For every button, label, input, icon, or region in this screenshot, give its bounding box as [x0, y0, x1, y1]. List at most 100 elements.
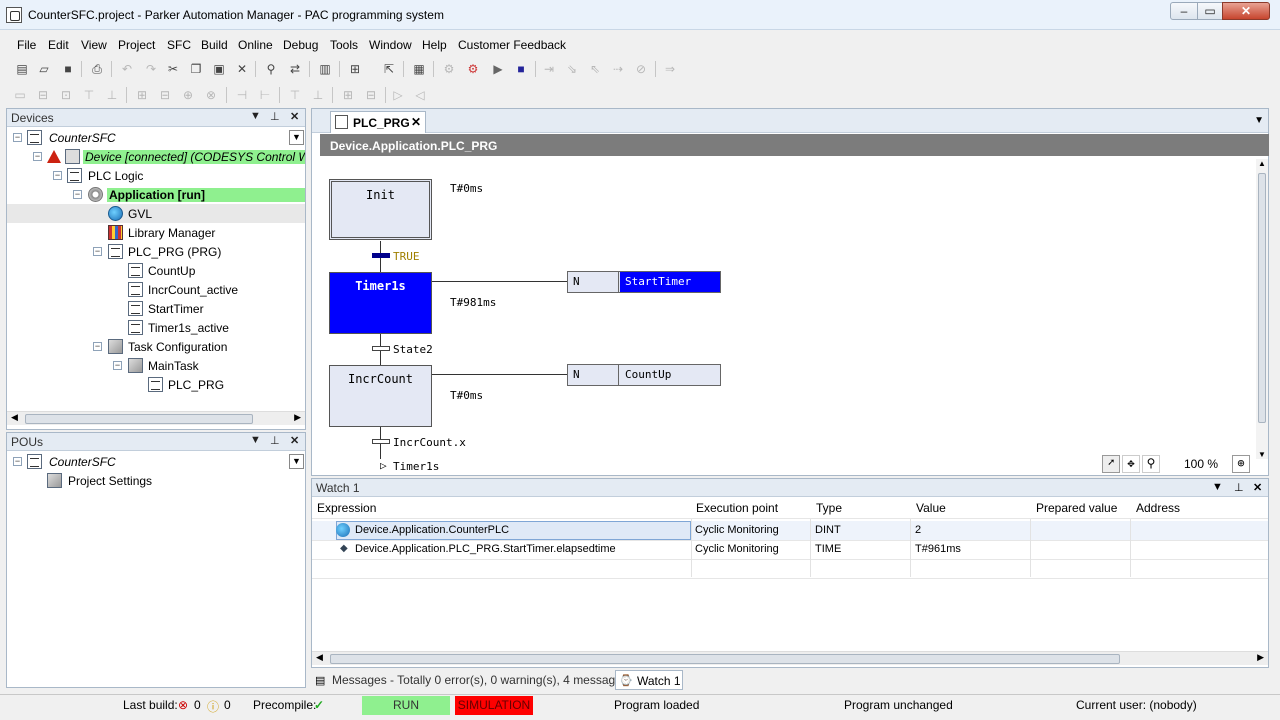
- menu-file[interactable]: File: [17, 38, 36, 52]
- zoom-out-macro-icon[interactable]: ⊥: [310, 87, 326, 103]
- collapse-icon[interactable]: −: [113, 361, 122, 370]
- collapse-icon[interactable]: −: [13, 457, 22, 466]
- cut-icon[interactable]: ✂: [165, 61, 181, 77]
- exit-action-icon[interactable]: ⊢: [257, 87, 273, 103]
- insert-branch-right-icon[interactable]: ⊥: [104, 87, 120, 103]
- zoom-level[interactable]: 100 %: [1176, 457, 1226, 471]
- sfc-transition-true[interactable]: [372, 253, 390, 258]
- tree-item-library-manager[interactable]: Library Manager: [7, 223, 305, 242]
- alternative-icon[interactable]: ⊟: [157, 87, 173, 103]
- scroll-thumb[interactable]: [1258, 173, 1266, 423]
- insert-step-icon[interactable]: ▭: [12, 87, 28, 103]
- scroll-left-icon[interactable]: ◀: [316, 652, 323, 663]
- dropdown-icon[interactable]: ▼: [250, 110, 261, 122]
- pointer-icon[interactable]: ➚: [1102, 455, 1120, 473]
- logout-icon[interactable]: ⚙: [465, 61, 481, 77]
- dropdown-icon[interactable]: ▼: [250, 434, 261, 446]
- select-all-icon[interactable]: ⊞: [347, 61, 363, 77]
- delete-icon[interactable]: ✕: [234, 61, 250, 77]
- stop-icon[interactable]: ■: [513, 61, 529, 77]
- tree-item-countersfc[interactable]: − CounterSFC ▼: [7, 128, 305, 147]
- tree-item-application[interactable]: − Application [run]: [7, 185, 305, 204]
- macro-icon[interactable]: ⊗: [203, 87, 219, 103]
- sfc-transition-incrcount-x[interactable]: [372, 439, 390, 444]
- find-icon[interactable]: ⚲: [263, 61, 279, 77]
- close-button[interactable]: ✕: [1222, 2, 1270, 20]
- devices-horizontal-scrollbar[interactable]: ◀ ▶: [7, 411, 305, 425]
- tree-item-plc-prg-call[interactable]: PLC_PRG: [7, 375, 305, 394]
- scroll-down-icon[interactable]: ▼: [1258, 450, 1266, 459]
- minimize-button[interactable]: –: [1170, 2, 1198, 20]
- col-value[interactable]: Value: [916, 501, 946, 515]
- properties-icon[interactable]: ⊞: [340, 87, 356, 103]
- tab-watch[interactable]: ⌚ Watch 1: [615, 670, 683, 690]
- collapse-icon[interactable]: −: [33, 152, 42, 161]
- step-into-icon[interactable]: ⇘: [564, 61, 580, 77]
- undo-icon[interactable]: ↶: [119, 61, 135, 77]
- pin-icon[interactable]: ⊥: [270, 110, 280, 123]
- magnifier-icon[interactable]: ⚲: [1142, 455, 1160, 473]
- tree-item-maintask[interactable]: − MainTask: [7, 356, 305, 375]
- scroll-thumb[interactable]: [25, 414, 253, 424]
- paste-icon[interactable]: ▣: [211, 61, 227, 77]
- scroll-right-icon[interactable]: ▶: [1257, 652, 1264, 663]
- col-type[interactable]: Type: [816, 501, 842, 515]
- tree-item-plc-logic[interactable]: − PLC Logic: [7, 166, 305, 185]
- redo-icon[interactable]: ↷: [143, 61, 159, 77]
- pan-icon[interactable]: ✥: [1122, 455, 1140, 473]
- step-over-icon[interactable]: ⇥: [541, 61, 557, 77]
- pou-item-countersfc[interactable]: − CounterSFC ▼: [7, 452, 305, 471]
- tree-item-countup[interactable]: CountUp: [7, 261, 305, 280]
- pin-icon[interactable]: ⊥: [1234, 481, 1244, 494]
- tree-item-starttimer[interactable]: StartTimer: [7, 299, 305, 318]
- menu-tools[interactable]: Tools: [330, 38, 358, 52]
- editor-vertical-scrollbar[interactable]: ▲ ▼: [1256, 159, 1268, 459]
- save-project-icon[interactable]: ■: [60, 61, 76, 77]
- scroll-up-icon[interactable]: ▲: [1258, 159, 1266, 168]
- tree-item-device[interactable]: − Device [connected] (CODESYS Control Wi…: [7, 147, 305, 166]
- run-to-cursor-icon[interactable]: ⇢: [610, 61, 626, 77]
- collapse-icon[interactable]: −: [93, 342, 102, 351]
- sfc-step-init[interactable]: Init: [329, 179, 432, 240]
- chevron-down-icon[interactable]: ▼: [289, 454, 304, 469]
- sfc-step-timer1s[interactable]: Timer1s: [329, 272, 432, 334]
- menu-online[interactable]: Online: [238, 38, 273, 52]
- start-icon[interactable]: ▶: [490, 61, 506, 77]
- menu-debug[interactable]: Debug: [283, 38, 318, 52]
- print-icon[interactable]: ⎙: [89, 61, 105, 77]
- col-address[interactable]: Address: [1136, 501, 1180, 515]
- tab-list-icon[interactable]: ▼: [1254, 115, 1264, 126]
- tree-item-gvl[interactable]: GVL: [7, 204, 305, 223]
- zoom-fit-icon[interactable]: ⊕: [1232, 455, 1250, 473]
- insert-branch-icon[interactable]: ⊤: [81, 87, 97, 103]
- watch-horizontal-scrollbar[interactable]: ◀ ▶: [312, 651, 1268, 665]
- scroll-left-icon[interactable]: ◀: [11, 412, 18, 423]
- scroll-thumb[interactable]: [330, 654, 1120, 664]
- menu-window[interactable]: Window: [369, 38, 412, 52]
- open-project-icon[interactable]: ▱: [36, 61, 52, 77]
- next-icon[interactable]: ▷: [390, 87, 406, 103]
- sfc-action-starttimer[interactable]: N StartTimer: [567, 271, 721, 293]
- tree-item-task-configuration[interactable]: − Task Configuration: [7, 337, 305, 356]
- copy-icon[interactable]: ❐: [188, 61, 204, 77]
- menu-customer-feedback[interactable]: Customer Feedback: [458, 38, 566, 52]
- collapse-icon[interactable]: −: [73, 190, 82, 199]
- breakpoint-icon[interactable]: ⊘: [633, 61, 649, 77]
- new-project-icon[interactable]: ▤: [14, 61, 30, 77]
- pin-icon[interactable]: ⊥: [270, 434, 280, 447]
- write-values-icon[interactable]: ⇒: [662, 61, 678, 77]
- col-expression[interactable]: Expression: [317, 501, 376, 515]
- sfc-action-countup[interactable]: N CountUp: [567, 364, 721, 386]
- col-execution-point[interactable]: Execution point: [696, 501, 778, 515]
- login-icon[interactable]: ⚙: [441, 61, 457, 77]
- menu-sfc[interactable]: SFC: [167, 38, 191, 52]
- toggle-icon[interactable]: ⊟: [363, 87, 379, 103]
- insert-action-icon[interactable]: ⊡: [58, 87, 74, 103]
- close-icon[interactable]: ✕: [290, 434, 299, 447]
- sfc-step-incrcount[interactable]: IncrCount: [329, 365, 432, 427]
- entry-action-icon[interactable]: ⊣: [234, 87, 250, 103]
- sfc-transition-state2[interactable]: [372, 346, 390, 351]
- watch-row[interactable]: Device.Application.CounterPLC Cyclic Mon…: [312, 521, 1268, 540]
- jump-icon[interactable]: ⊕: [180, 87, 196, 103]
- tab-messages[interactable]: Messages - Totally 0 error(s), 0 warning…: [332, 673, 636, 687]
